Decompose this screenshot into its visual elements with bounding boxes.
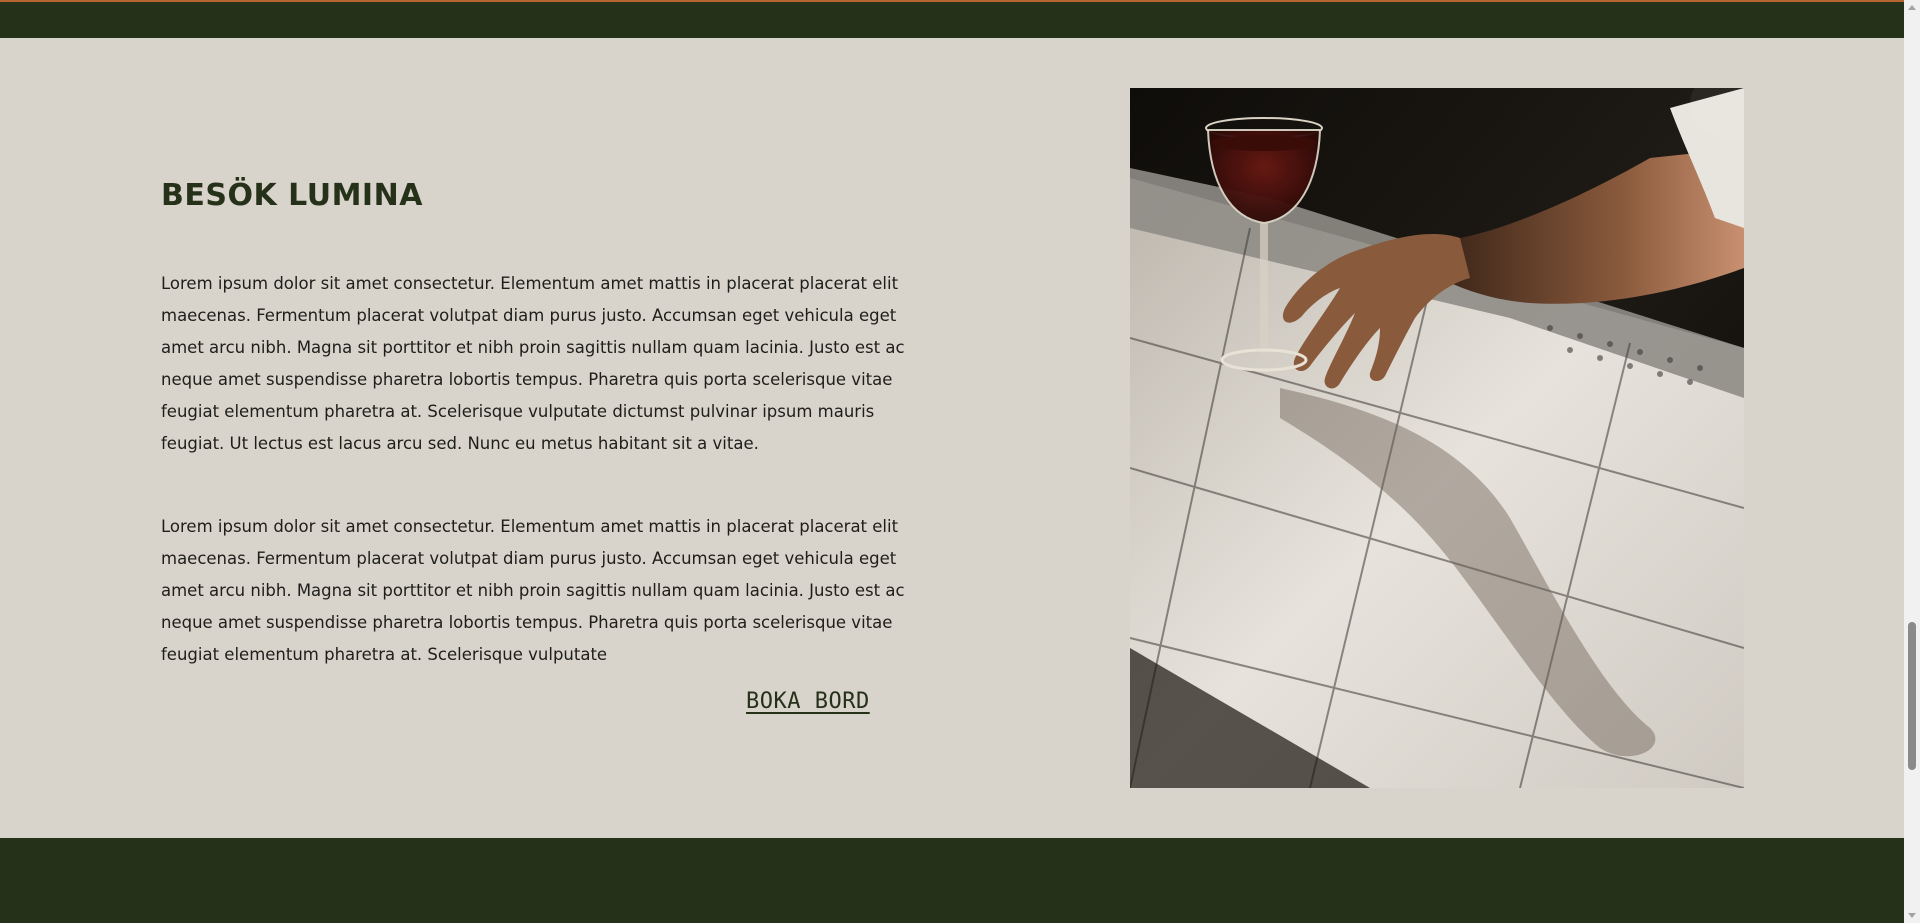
second-paragraph: Lorem ipsum dolor sit amet consectetur. … (161, 517, 905, 664)
bar-photo (1130, 88, 1744, 788)
page-scrollbar[interactable] (1904, 0, 1920, 923)
scroll-thumb[interactable] (1908, 622, 1916, 770)
scroll-up-arrow-icon[interactable] (1908, 5, 1916, 10)
header-band (0, 2, 1904, 38)
visit-section: BESÖK LUMINA Lorem ipsum dolor sit amet … (0, 38, 1904, 838)
book-table-link[interactable]: BOKA BORD (746, 689, 870, 714)
footer-band (0, 838, 1904, 923)
section-heading: BESÖK LUMINA (161, 178, 423, 213)
scroll-down-arrow-icon[interactable] (1908, 913, 1916, 918)
page: BESÖK LUMINA Lorem ipsum dolor sit amet … (0, 0, 1920, 923)
intro-paragraph: Lorem ipsum dolor sit amet consectetur. … (161, 274, 905, 453)
